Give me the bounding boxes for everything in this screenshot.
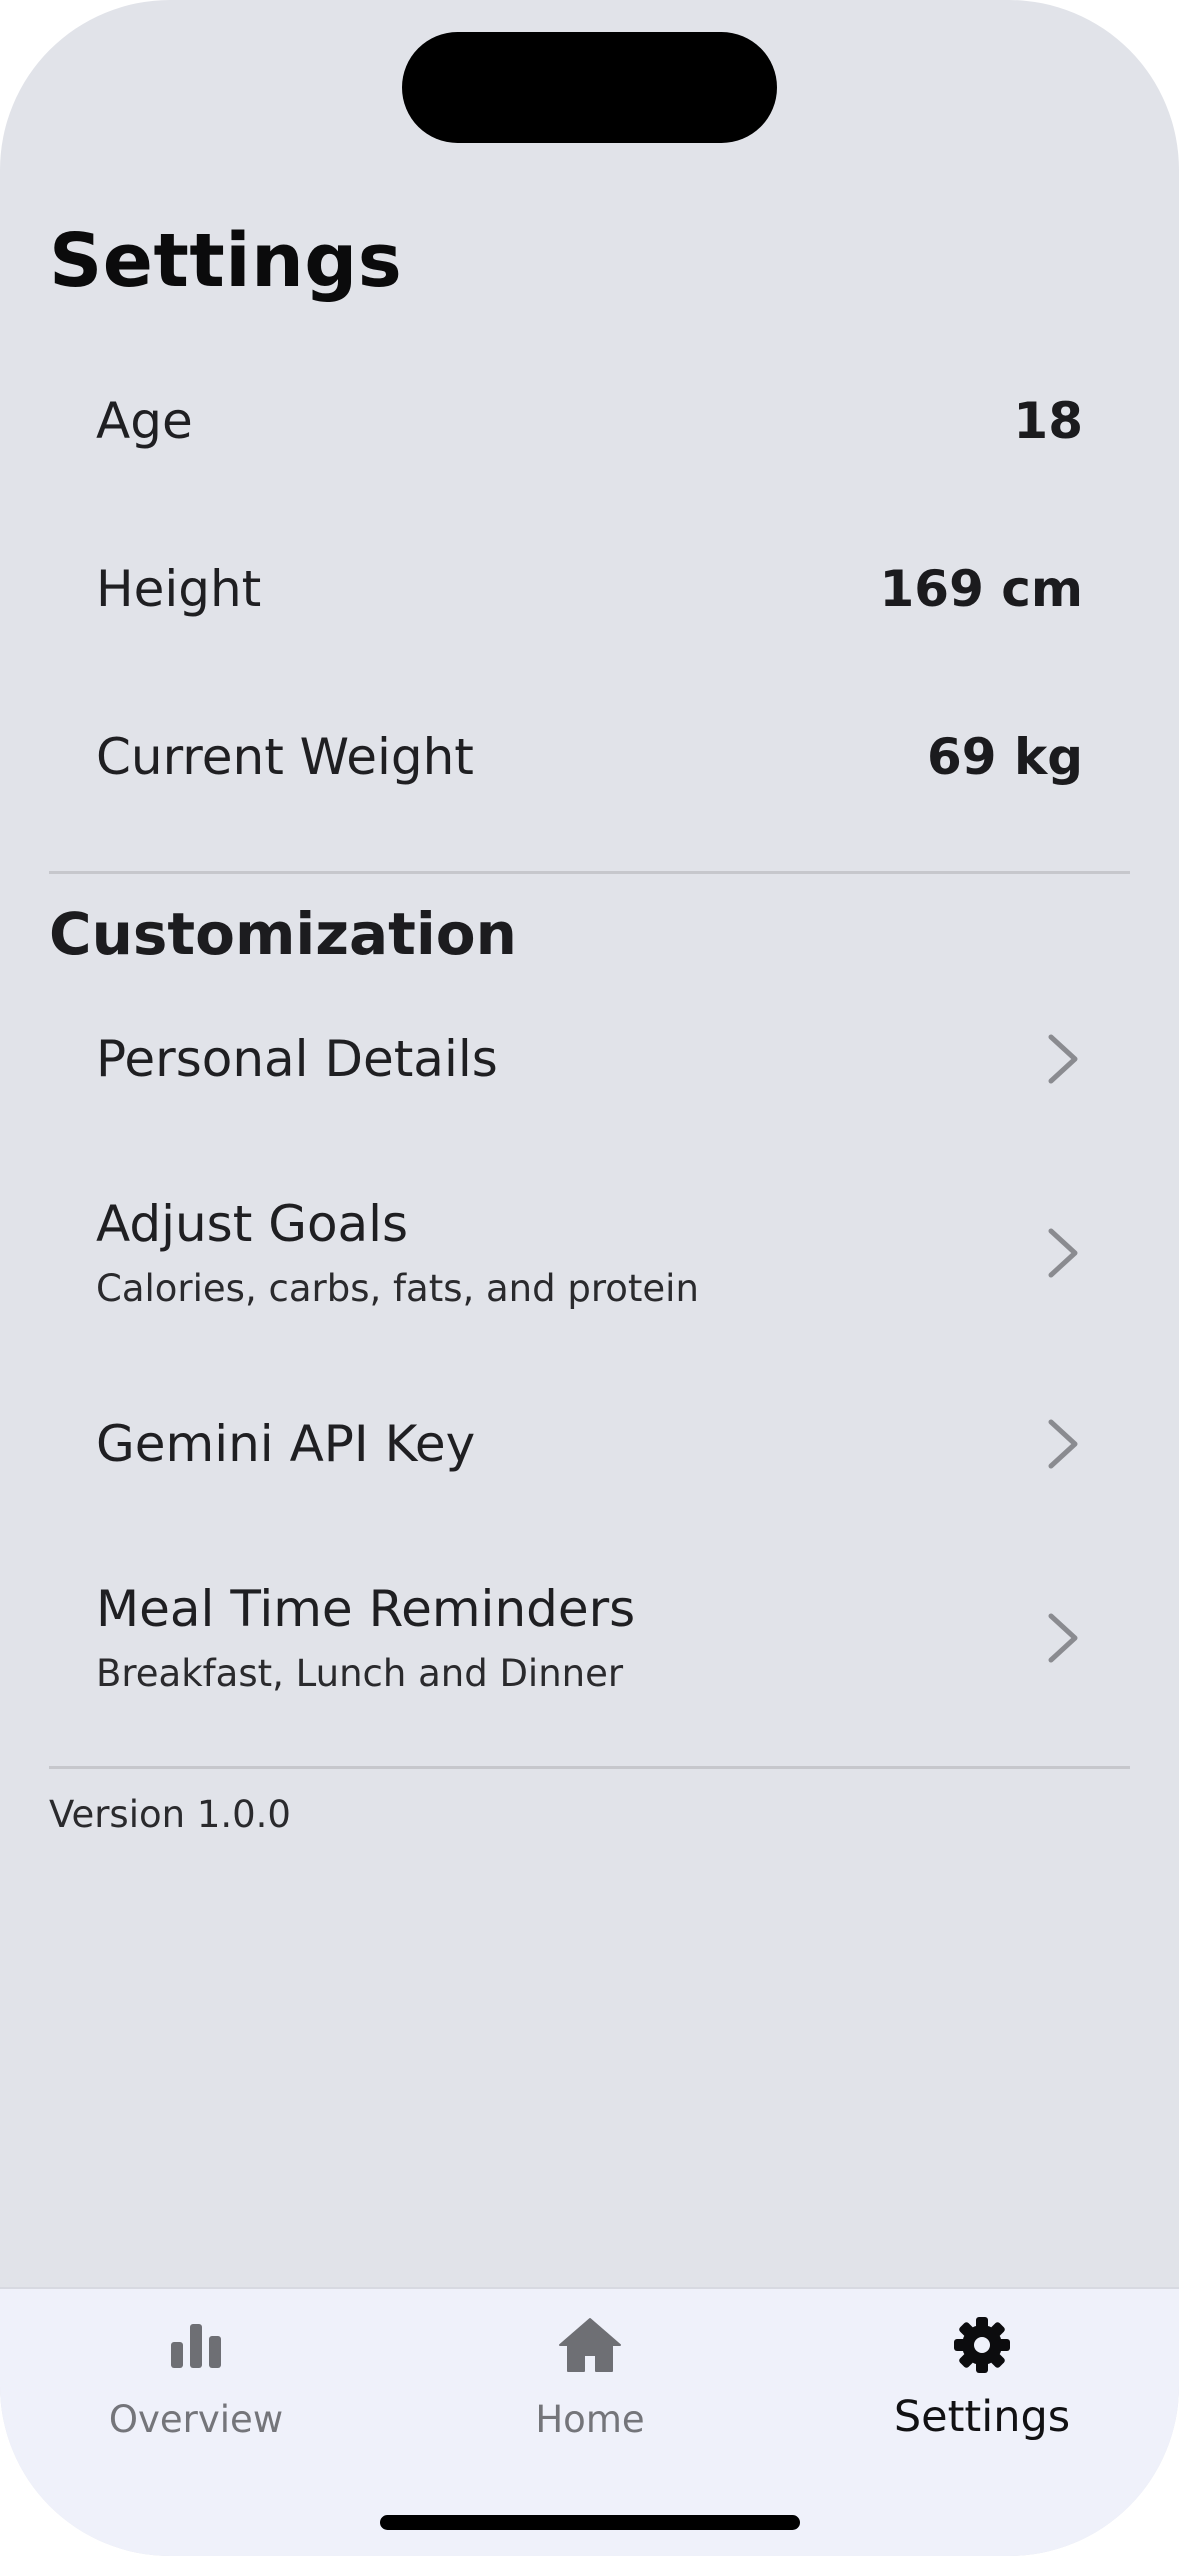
bar-chart-icon bbox=[161, 2310, 231, 2380]
height-value: 169 cm bbox=[879, 560, 1083, 618]
tab-settings-label: Settings bbox=[893, 2392, 1071, 2442]
meal-time-reminders-label: Meal Time Reminders bbox=[96, 1580, 636, 1638]
home-indicator bbox=[380, 2515, 800, 2530]
version-text: Version 1.0.0 bbox=[49, 1793, 291, 1836]
tab-home-label: Home bbox=[535, 2398, 645, 2441]
chevron-right-icon bbox=[1043, 1033, 1083, 1085]
dynamic-island bbox=[402, 32, 777, 143]
personal-details-label: Personal Details bbox=[96, 1030, 498, 1088]
adjust-goals-subtitle: Calories, carbs, fats, and protein bbox=[96, 1267, 699, 1310]
chevron-right-icon bbox=[1043, 1227, 1083, 1279]
age-value: 18 bbox=[1013, 392, 1083, 450]
page-title: Settings bbox=[49, 218, 403, 304]
gemini-api-key-label: Gemini API Key bbox=[96, 1415, 476, 1473]
gear-icon bbox=[947, 2310, 1017, 2380]
chevron-right-icon bbox=[1043, 1418, 1083, 1470]
height-row[interactable]: Height 169 cm bbox=[96, 560, 1083, 618]
personal-details-item[interactable]: Personal Details bbox=[96, 1030, 1083, 1088]
meal-time-reminders-item[interactable]: Meal Time Reminders Breakfast, Lunch and… bbox=[96, 1580, 1083, 1695]
phone-screen: Settings Age 18 Height 169 cm Current We… bbox=[0, 0, 1179, 2556]
age-row[interactable]: Age 18 bbox=[96, 392, 1083, 450]
tab-settings[interactable]: Settings bbox=[832, 2310, 1132, 2442]
gemini-api-key-item[interactable]: Gemini API Key bbox=[96, 1415, 1083, 1473]
chevron-right-icon bbox=[1043, 1612, 1083, 1664]
section-divider bbox=[49, 1766, 1130, 1769]
adjust-goals-item[interactable]: Adjust Goals Calories, carbs, fats, and … bbox=[96, 1195, 1083, 1310]
section-divider bbox=[49, 871, 1130, 874]
height-label: Height bbox=[96, 560, 262, 618]
meal-time-reminders-subtitle: Breakfast, Lunch and Dinner bbox=[96, 1652, 624, 1695]
section-title-customization: Customization bbox=[49, 900, 517, 968]
tab-home[interactable]: Home bbox=[440, 2310, 740, 2441]
age-label: Age bbox=[96, 392, 193, 450]
weight-value: 69 kg bbox=[926, 728, 1083, 786]
weight-row[interactable]: Current Weight 69 kg bbox=[96, 728, 1083, 786]
adjust-goals-label: Adjust Goals bbox=[96, 1195, 409, 1253]
weight-label: Current Weight bbox=[96, 728, 474, 786]
tab-overview[interactable]: Overview bbox=[46, 2310, 346, 2441]
home-icon bbox=[555, 2310, 625, 2380]
tab-overview-label: Overview bbox=[108, 2398, 284, 2441]
